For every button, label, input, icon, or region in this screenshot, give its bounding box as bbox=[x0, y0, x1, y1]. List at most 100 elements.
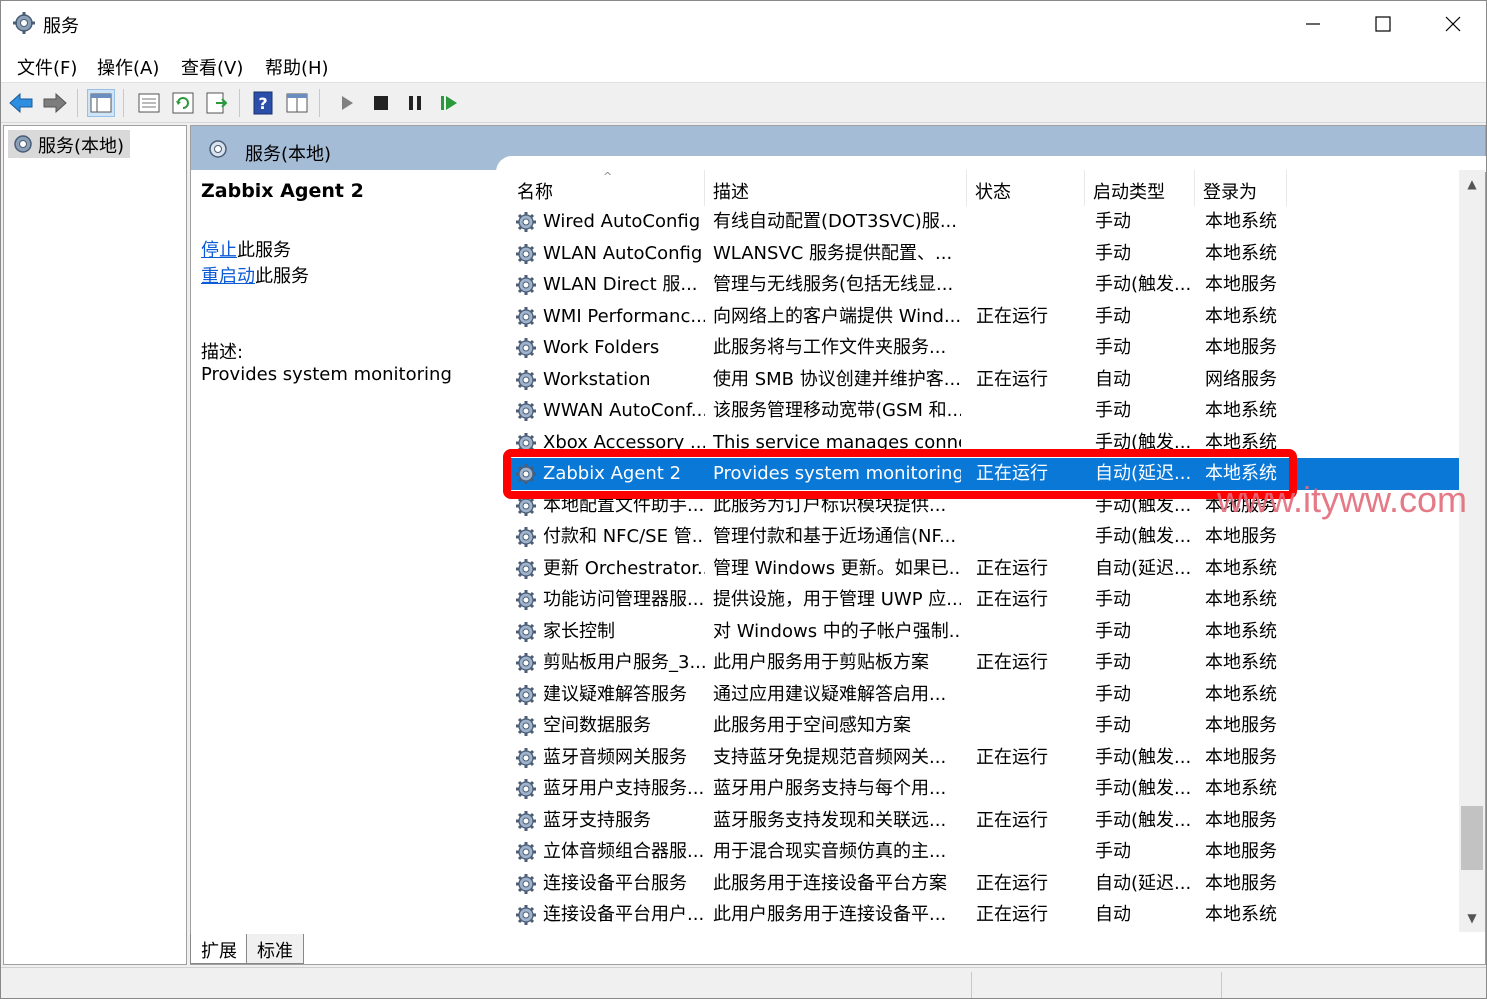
export-icon bbox=[206, 92, 228, 114]
close-icon bbox=[1445, 16, 1461, 32]
table-row[interactable]: 剪贴板用户服务_3... 此用户服务用于剪贴板方案 正在运行 手动 本地系统 bbox=[509, 647, 1469, 679]
service-description: 此服务将与工作文件夹服务... bbox=[713, 337, 947, 358]
status-separator bbox=[1221, 972, 1222, 998]
show-tree-button[interactable] bbox=[87, 89, 115, 117]
service-logon: 本地服务 bbox=[1205, 746, 1277, 768]
export-button[interactable] bbox=[203, 89, 231, 117]
scrollbar-thumb[interactable] bbox=[1461, 806, 1483, 870]
table-row[interactable]: 更新 Orchestrator... 管理 Windows 更新。如果已... 正在… bbox=[509, 553, 1469, 585]
service-description: 此服务为订户标识模块提供... bbox=[713, 494, 947, 516]
restart-service-link[interactable]: 重启动 bbox=[201, 266, 255, 287]
tab-standard[interactable]: 标准 bbox=[246, 934, 304, 964]
table-row[interactable]: 空间数据服务 此服务用于空间感知方案 手动 本地服务 bbox=[509, 710, 1469, 742]
table-row[interactable]: 蓝牙支持服务 蓝牙服务支持发现和关联远... 正在运行 手动(触发... 本地服务 bbox=[509, 805, 1469, 837]
service-name: 剪贴板用户服务_3... bbox=[543, 652, 705, 673]
table-row[interactable]: Workstation 使用 SMB 协议创建并维护客... 正在运行 自动 网络服务 bbox=[509, 364, 1469, 396]
close-button[interactable] bbox=[1418, 1, 1486, 47]
list-rows: Wired AutoConfig 有线自动配置(DOT3SVC)服... 手动 本地系… bbox=[509, 206, 1469, 931]
toolbar-separator bbox=[239, 89, 240, 117]
table-row[interactable]: 建议疑难解答服务 通过应用建议疑难解答启用... 手动 本地系统 bbox=[509, 679, 1469, 711]
service-description: WLANSVC 服务提供配置、... bbox=[713, 242, 953, 264]
table-row[interactable]: WMI Performanc... 向网络上的客户端提供 Wind... 正在运行 手… bbox=[509, 301, 1469, 333]
help-button[interactable]: ? bbox=[249, 89, 277, 117]
service-logon: 本地系统 bbox=[1205, 652, 1277, 673]
service-description: 该服务管理移动宽带(GSM 和... bbox=[713, 400, 961, 421]
service-gear-icon bbox=[516, 905, 536, 925]
service-logon: 本地系统 bbox=[1205, 431, 1277, 453]
table-row[interactable]: WLAN Direct 服... 管理与无线服务(包括无线显... 手动(触发...… bbox=[509, 269, 1469, 301]
minimize-button[interactable] bbox=[1278, 1, 1348, 47]
service-status bbox=[976, 710, 1086, 742]
table-row[interactable]: 连接设备平台服务 此服务用于连接设备平台方案 正在运行 自动(延迟... 本地服务 bbox=[509, 868, 1469, 900]
column-header-name[interactable]: 名称 ^ bbox=[509, 170, 705, 206]
service-description: This service manages conne... bbox=[713, 431, 961, 453]
service-startup-type: 手动 bbox=[1095, 652, 1131, 673]
table-row[interactable]: 付款和 NFC/SE 管... 管理付款和基于近场通信(NF... 手动(触发...… bbox=[509, 521, 1469, 553]
toolbar-separator bbox=[123, 89, 124, 117]
pause-service-button[interactable] bbox=[401, 89, 429, 117]
maximize-button[interactable] bbox=[1348, 1, 1418, 47]
table-row[interactable]: WLAN AutoConfig WLANSVC 服务提供配置、... 手动 本地系统 bbox=[509, 238, 1469, 270]
service-description: 使用 SMB 协议创建并维护客... bbox=[713, 368, 961, 390]
back-icon bbox=[9, 92, 33, 114]
start-service-button[interactable] bbox=[333, 89, 361, 117]
service-logon: 本地系统 bbox=[1205, 589, 1277, 610]
table-row[interactable]: Xbox Accessory ... This service manages c… bbox=[509, 427, 1469, 459]
back-button[interactable] bbox=[7, 89, 35, 117]
stop-service-button[interactable] bbox=[367, 89, 395, 117]
watermark-text: www.ityww.com bbox=[1217, 479, 1468, 520]
properties-button[interactable] bbox=[135, 89, 163, 117]
service-startup-type: 手动(触发... bbox=[1095, 274, 1192, 295]
scroll-down-arrow-icon[interactable]: ▼ bbox=[1459, 908, 1485, 928]
service-description: 支持蓝牙免提规范音频网关... bbox=[713, 746, 947, 768]
scroll-up-arrow-icon[interactable]: ▲ bbox=[1459, 174, 1485, 194]
table-row[interactable]: 蓝牙音频网关服务 支持蓝牙免提规范音频网关... 正在运行 手动(触发... 本地服务 bbox=[509, 742, 1469, 774]
vertical-scrollbar[interactable]: ▲ ▼ bbox=[1459, 170, 1485, 932]
svg-text:?: ? bbox=[258, 94, 267, 113]
service-gear-icon bbox=[516, 369, 536, 390]
table-row[interactable]: 家长控制 对 Windows 中的子帐户强制... 手动 本地系统 bbox=[509, 616, 1469, 648]
service-gear-icon bbox=[516, 401, 536, 421]
table-row[interactable]: Work Folders 此服务将与工作文件夹服务... 手动 本地服务 bbox=[509, 332, 1469, 364]
column-header-status[interactable]: 状态 bbox=[967, 170, 1085, 206]
column-header-startup-type[interactable]: 启动类型 bbox=[1085, 170, 1195, 206]
toolbar: ? bbox=[1, 83, 1486, 123]
service-logon: 本地系统 bbox=[1205, 778, 1277, 799]
table-row[interactable]: 功能访问管理器服... 提供设施，用于管理 UWP 应... 正在运行 手动 本地系统 bbox=[509, 584, 1469, 616]
stop-suffix: 此服务 bbox=[237, 240, 291, 261]
refresh-button[interactable] bbox=[169, 89, 197, 117]
stop-service-link[interactable]: 停止 bbox=[201, 240, 237, 261]
service-startup-type: 手动 bbox=[1095, 305, 1131, 327]
service-gear-icon bbox=[516, 243, 536, 264]
detail-restart-line: 重启动此服务 bbox=[201, 262, 309, 288]
menu-help[interactable]: 帮助(H) bbox=[265, 54, 329, 80]
table-row[interactable]: 蓝牙用户支持服务... 蓝牙用户服务支持与每个用... 手动(触发... 本地系统 bbox=[509, 773, 1469, 805]
menu-view[interactable]: 查看(V) bbox=[181, 54, 243, 80]
service-gear-icon bbox=[516, 779, 536, 799]
column-header-description[interactable]: 描述 bbox=[705, 170, 967, 206]
service-gear-icon bbox=[516, 810, 536, 831]
table-row[interactable]: Wired AutoConfig 有线自动配置(DOT3SVC)服... 手动 本地系… bbox=[509, 206, 1469, 238]
service-gear-icon bbox=[516, 558, 536, 579]
console-button[interactable] bbox=[283, 89, 311, 117]
menu-file[interactable]: 文件(F) bbox=[17, 54, 77, 80]
service-status: 正在运行 bbox=[976, 904, 1048, 925]
table-row[interactable]: 连接设备平台用户... 此用户服务用于连接设备平... 正在运行 自动 本地系统 bbox=[509, 899, 1469, 931]
tree-node-services-local[interactable]: 服务(本地) bbox=[8, 130, 131, 158]
table-row[interactable]: 立体音频组合器服... 用于混合现实音频仿真的主... 手动 本地服务 bbox=[509, 836, 1469, 868]
service-gear-icon bbox=[516, 212, 536, 232]
menu-action[interactable]: 操作(A) bbox=[97, 54, 159, 80]
forward-button[interactable] bbox=[41, 89, 69, 117]
service-name: 付款和 NFC/SE 管... bbox=[543, 526, 705, 547]
status-bar bbox=[1, 967, 1486, 998]
column-name-label: 名称 bbox=[517, 182, 553, 203]
tab-extended[interactable]: 扩展 bbox=[190, 934, 248, 964]
resume-icon bbox=[441, 96, 457, 110]
table-row[interactable]: WWAN AutoConf... 该服务管理移动宽带(GSM 和... 手动 本地系统 bbox=[509, 395, 1469, 427]
service-logon: 本地系统 bbox=[1205, 557, 1277, 579]
service-status bbox=[976, 238, 1086, 270]
service-description: 此服务用于空间感知方案 bbox=[713, 715, 911, 736]
column-header-logon[interactable]: 登录为 bbox=[1195, 170, 1287, 206]
service-description: 此用户服务用于连接设备平... bbox=[713, 904, 947, 925]
resume-service-button[interactable] bbox=[435, 89, 463, 117]
